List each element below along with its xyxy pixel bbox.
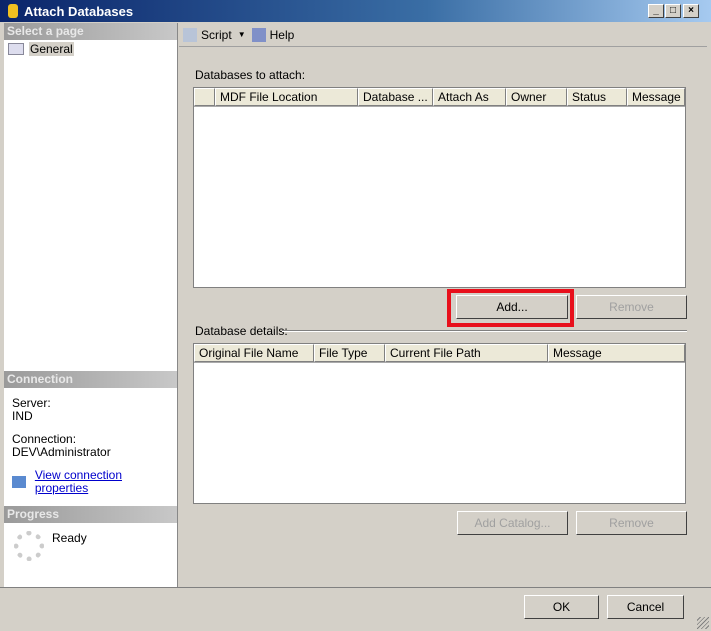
left-panel: Select a page General Connection Server:…	[4, 23, 178, 587]
minimize-button[interactable]: _	[648, 4, 664, 18]
server-label: Server:	[12, 396, 51, 410]
column-header[interactable]	[194, 88, 215, 106]
databases-to-attach-label: Databases to attach:	[195, 68, 306, 82]
database-details-label: Database details:	[195, 324, 288, 338]
column-header[interactable]: Status	[567, 88, 627, 106]
progress-status: Ready	[52, 531, 87, 545]
help-button[interactable]: Help	[270, 28, 295, 42]
page-general[interactable]: General	[4, 40, 177, 58]
column-header[interactable]: Database ...	[358, 88, 433, 106]
script-icon	[183, 27, 197, 42]
progress-spinner-icon	[14, 531, 44, 561]
connection-header: Connection	[4, 371, 177, 388]
progress-header: Progress	[4, 506, 177, 523]
close-button[interactable]: ×	[683, 4, 699, 18]
column-header[interactable]: Message	[548, 344, 685, 362]
add-catalog-button[interactable]: Add Catalog...	[457, 511, 568, 535]
script-button[interactable]: Script	[201, 28, 232, 42]
column-header[interactable]: Current File Path	[385, 344, 548, 362]
cancel-button[interactable]: Cancel	[607, 595, 684, 619]
column-header[interactable]: File Type	[314, 344, 385, 362]
select-page-header: Select a page	[4, 23, 177, 40]
general-page-icon	[8, 43, 24, 55]
column-header[interactable]: Attach As	[433, 88, 506, 106]
column-header[interactable]: Original File Name	[194, 344, 314, 362]
column-header[interactable]: MDF File Location	[215, 88, 358, 106]
column-header[interactable]: Owner	[506, 88, 567, 106]
databases-to-attach-grid[interactable]: MDF File Location Database ... Attach As…	[193, 87, 686, 288]
connection-value: DEV\Administrator	[12, 445, 111, 459]
database-icon	[8, 4, 18, 18]
script-dropdown-icon[interactable]: ▼	[238, 30, 246, 39]
resize-grip-icon[interactable]	[697, 617, 709, 629]
ok-button[interactable]: OK	[524, 595, 599, 619]
column-header[interactable]: Message	[627, 88, 685, 106]
remove-button[interactable]: Remove	[576, 295, 687, 319]
remove-detail-button[interactable]: Remove	[576, 511, 687, 535]
help-icon	[251, 27, 266, 42]
add-button[interactable]: Add...	[456, 295, 568, 319]
server-value: IND	[12, 409, 33, 423]
window-title: Attach Databases	[24, 3, 134, 19]
database-details-grid[interactable]: Original File Name File Type Current Fil…	[193, 343, 686, 504]
connection-properties-icon	[12, 476, 26, 488]
view-connection-properties-link[interactable]: View connection properties	[35, 469, 177, 495]
title-bar: Attach Databases	[0, 0, 711, 22]
maximize-button[interactable]: □	[665, 4, 681, 18]
